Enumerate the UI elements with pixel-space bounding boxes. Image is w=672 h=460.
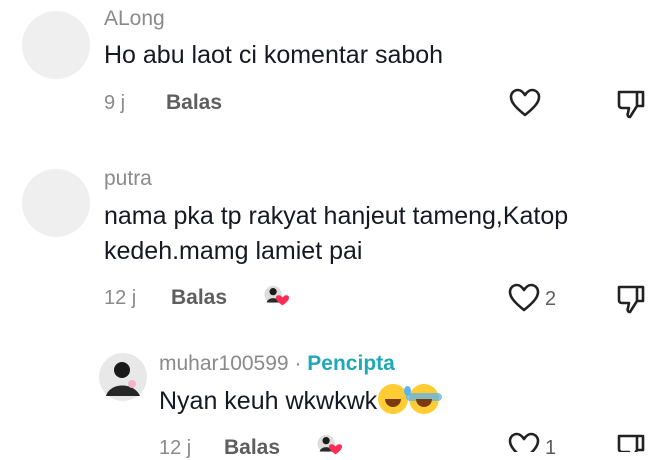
reply-username-line: muhar100599 · Pencipta	[159, 352, 395, 376]
reply-button[interactable]: Balas	[166, 91, 222, 115]
creator-liked-badge	[264, 285, 289, 306]
reply-text: Nyan keuh wkwkwk	[159, 387, 378, 415]
comment-text: Ho abu laot ci komentar saboh	[104, 41, 444, 69]
comment-timestamp: 9 j	[104, 92, 126, 114]
heart-outline-icon[interactable]	[508, 432, 540, 452]
thumbs-down-icon[interactable]	[616, 432, 646, 452]
creator-badge: Pencipta	[307, 352, 395, 375]
heart-outline-icon[interactable]	[509, 88, 541, 118]
comment-timestamp: 12 j	[104, 287, 137, 309]
comment-username[interactable]: putra	[104, 167, 152, 191]
comment-text-line: kedeh.mamg lamiet pai	[104, 237, 363, 265]
like-count: 2	[545, 288, 557, 310]
avatar[interactable]	[98, 352, 148, 402]
creator-liked-badge	[317, 434, 342, 455]
tears-of-joy-emoji	[406, 384, 443, 414]
reply-timestamp: 12 j	[159, 437, 192, 459]
reply-button[interactable]: Balas	[171, 286, 227, 310]
comment-username[interactable]: ALong	[104, 7, 165, 31]
reply-text-line: Nyan keuh wkwkwk	[159, 384, 443, 419]
reply-username[interactable]: muhar100599	[159, 352, 289, 375]
grinning-sweat-emoji	[378, 384, 412, 414]
comment-text-line: nama pka tp rakyat hanjeut tameng,Katop	[104, 202, 569, 230]
avatar[interactable]	[22, 11, 90, 79]
heart-outline-icon[interactable]	[508, 283, 540, 313]
thumbs-down-icon[interactable]	[616, 283, 646, 315]
avatar[interactable]	[22, 169, 90, 237]
separator-dot: ·	[294, 352, 302, 375]
thumbs-down-icon[interactable]	[616, 88, 646, 120]
like-count: 1	[545, 437, 557, 459]
reply-button[interactable]: Balas	[224, 436, 280, 460]
